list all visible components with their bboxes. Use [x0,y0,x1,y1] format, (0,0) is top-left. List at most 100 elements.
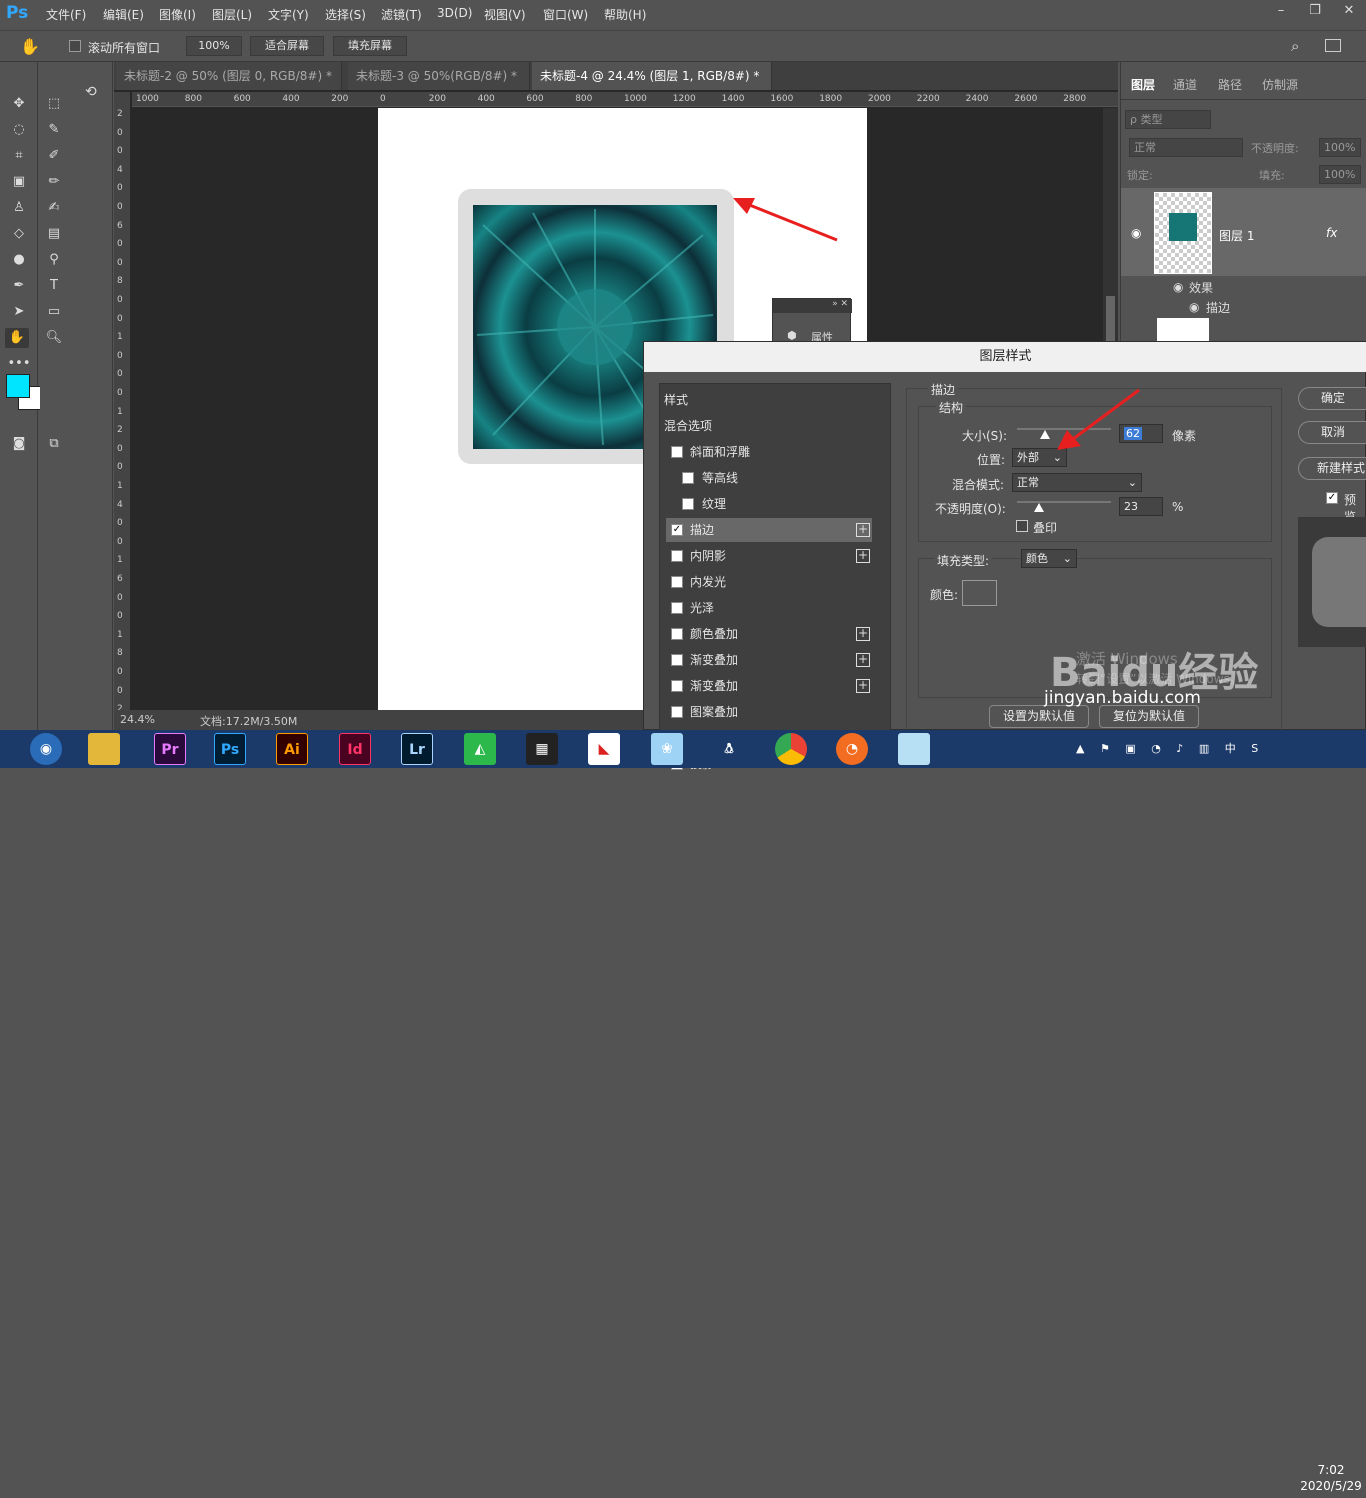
rectangle-tool-icon[interactable]: ▭ [42,302,66,322]
blend-mode-select[interactable]: 正常 ⌄ [1012,473,1142,492]
blend-options-item[interactable]: 混合选项 [664,414,870,438]
fit-screen-button[interactable]: 适合屏幕 [250,36,324,56]
stroke-effect-eye-icon[interactable]: ◉ [1189,300,1199,314]
layer-name[interactable]: 图层 1 [1219,227,1254,244]
tab-layers[interactable]: 图层 [1131,76,1155,93]
style-item-checkbox[interactable] [671,654,683,666]
style-item[interactable]: 斜面和浮雕 [666,440,872,464]
app-green-icon[interactable]: ◭ [464,733,496,765]
history-brush-tool-icon[interactable]: ✍ [42,198,66,218]
style-item[interactable]: 图案叠加 [666,700,872,724]
blur-tool-icon[interactable]: ● [7,250,31,270]
screen-mode-icon[interactable]: ⧉ [42,434,66,454]
menu-edit[interactable]: 编辑(E) [103,6,144,23]
layer-opacity-field[interactable]: 100% [1319,138,1361,157]
style-item-checkbox[interactable] [671,602,683,614]
overprint-checkbox[interactable] [1016,520,1028,532]
video-editor-icon[interactable]: ▦ [526,733,558,765]
workspace-icon[interactable] [1325,39,1341,52]
layer-fill-field[interactable]: 100% [1319,165,1361,184]
scroll-all-checkbox[interactable] [69,40,81,52]
system-tray-icons[interactable]: ▲ ⚑ ▣ ◔ ♪ ▥ 中 S [1076,740,1264,756]
close-icon[interactable]: ✕ [1332,0,1366,22]
style-item-checkbox[interactable] [671,576,683,588]
tab-clone-source[interactable]: 仿制源 [1262,76,1298,93]
menu-help[interactable]: 帮助(H) [604,6,646,23]
restore-icon[interactable]: ❐ [1298,0,1332,22]
fill-type-select[interactable]: 颜色 ⌄ [1021,549,1077,568]
menu-view[interactable]: 视图(V) [484,6,526,23]
menu-filter[interactable]: 滤镜(T) [381,6,422,23]
style-item[interactable]: 内阴影 + [666,544,872,568]
style-item-checkbox[interactable] [671,446,683,458]
style-item[interactable]: ✓ 描边 + [666,518,872,542]
background-layer-thumbnail[interactable] [1157,318,1209,342]
start-button-icon[interactable]: ◉ [30,733,62,765]
qq-icon[interactable]: 🐧︎ [713,733,745,765]
indesign-icon[interactable]: Id [339,733,371,765]
style-item-checkbox[interactable]: ✓ [671,524,683,536]
add-effect-plus-icon[interactable]: + [856,679,870,693]
style-item-checkbox[interactable] [671,628,683,640]
opacity-slider[interactable] [1017,501,1111,503]
tab-doc-3[interactable]: 未标题-3 @ 50%(RGB/8#) * [348,62,530,90]
eraser-tool-icon[interactable]: ◇ [7,224,31,244]
history-icon[interactable]: ⟲ [85,84,97,100]
effects-eye-icon[interactable]: ◉ [1173,280,1183,294]
menu-3d[interactable]: 3D(D) [437,6,472,20]
lasso-tool-icon[interactable]: ◌ [7,120,31,140]
minimize-icon[interactable]: – [1264,0,1298,22]
brush-tool-icon[interactable]: ✏ [42,172,66,192]
quick-select-tool-icon[interactable]: ✎ [42,120,66,140]
stroke-color-swatch[interactable] [962,580,997,606]
opacity-input[interactable]: 23 [1119,497,1163,516]
app-red-icon[interactable]: ◣ [588,733,620,765]
marquee-tool-icon[interactable]: ⬚ [42,94,66,114]
style-item[interactable]: 内发光 [666,570,872,594]
style-item-checkbox[interactable] [671,550,683,562]
path-select-tool-icon[interactable]: ➤ [7,302,31,322]
app-orange-icon[interactable]: ◔ [836,733,868,765]
app-notebook-icon[interactable] [898,733,930,765]
cancel-button[interactable]: 取消 [1298,421,1366,444]
styles-header[interactable]: 样式 [664,388,870,412]
illustrator-icon[interactable]: Ai [276,733,308,765]
foreground-color-swatch[interactable] [6,374,30,398]
style-item[interactable]: 渐变叠加 + [666,648,872,672]
add-effect-plus-icon[interactable]: + [856,549,870,563]
file-explorer-icon[interactable] [88,733,120,765]
search-icon[interactable]: ⌕ [1291,37,1299,55]
move-tool-icon[interactable]: ✥ [7,94,31,114]
zoom-tool-icon[interactable]: 🔍︎ [42,328,66,348]
photoshop-taskbar-icon[interactable]: Ps [214,733,246,765]
style-item[interactable]: 光泽 [666,596,872,620]
style-item-checkbox[interactable] [682,472,694,484]
dodge-tool-icon[interactable]: ⚲ [42,250,66,270]
premiere-icon[interactable]: Pr [154,733,186,765]
menu-file[interactable]: 文件(F) [46,6,86,23]
pen-tool-icon[interactable]: ✒ [7,276,31,296]
style-item[interactable]: 渐变叠加 + [666,674,872,698]
style-item-checkbox[interactable] [671,706,683,718]
more-tools-icon[interactable]: ••• [7,354,31,374]
layer-filter-select[interactable]: ρ 类型 [1125,110,1211,129]
ok-button[interactable]: 确定 [1298,387,1366,410]
add-effect-plus-icon[interactable]: + [856,653,870,667]
menu-image[interactable]: 图像(I) [159,6,196,23]
hand-tool-icon[interactable]: ✋ [20,37,40,56]
hand-tool-icon[interactable]: ✋ [5,328,29,348]
opacity-slider-knob[interactable] [1033,503,1044,512]
tab-channels[interactable]: 通道 [1173,76,1197,93]
style-item-checkbox[interactable] [671,680,683,692]
add-effect-plus-icon[interactable]: + [856,523,870,537]
style-item[interactable]: 等高线 [666,466,872,490]
chrome-icon[interactable] [775,733,807,765]
menu-window[interactable]: 窗口(W) [543,6,588,23]
style-item[interactable]: 纹理 [666,492,872,516]
frame-tool-icon[interactable]: ▣ [7,172,31,192]
new-style-button[interactable]: 新建样式... [1298,457,1366,480]
style-item[interactable]: 颜色叠加 + [666,622,872,646]
quick-mask-icon[interactable]: ◙ [7,434,31,454]
crop-tool-icon[interactable]: ⌗ [7,146,31,166]
layer-blend-select[interactable]: 正常 [1129,138,1243,157]
